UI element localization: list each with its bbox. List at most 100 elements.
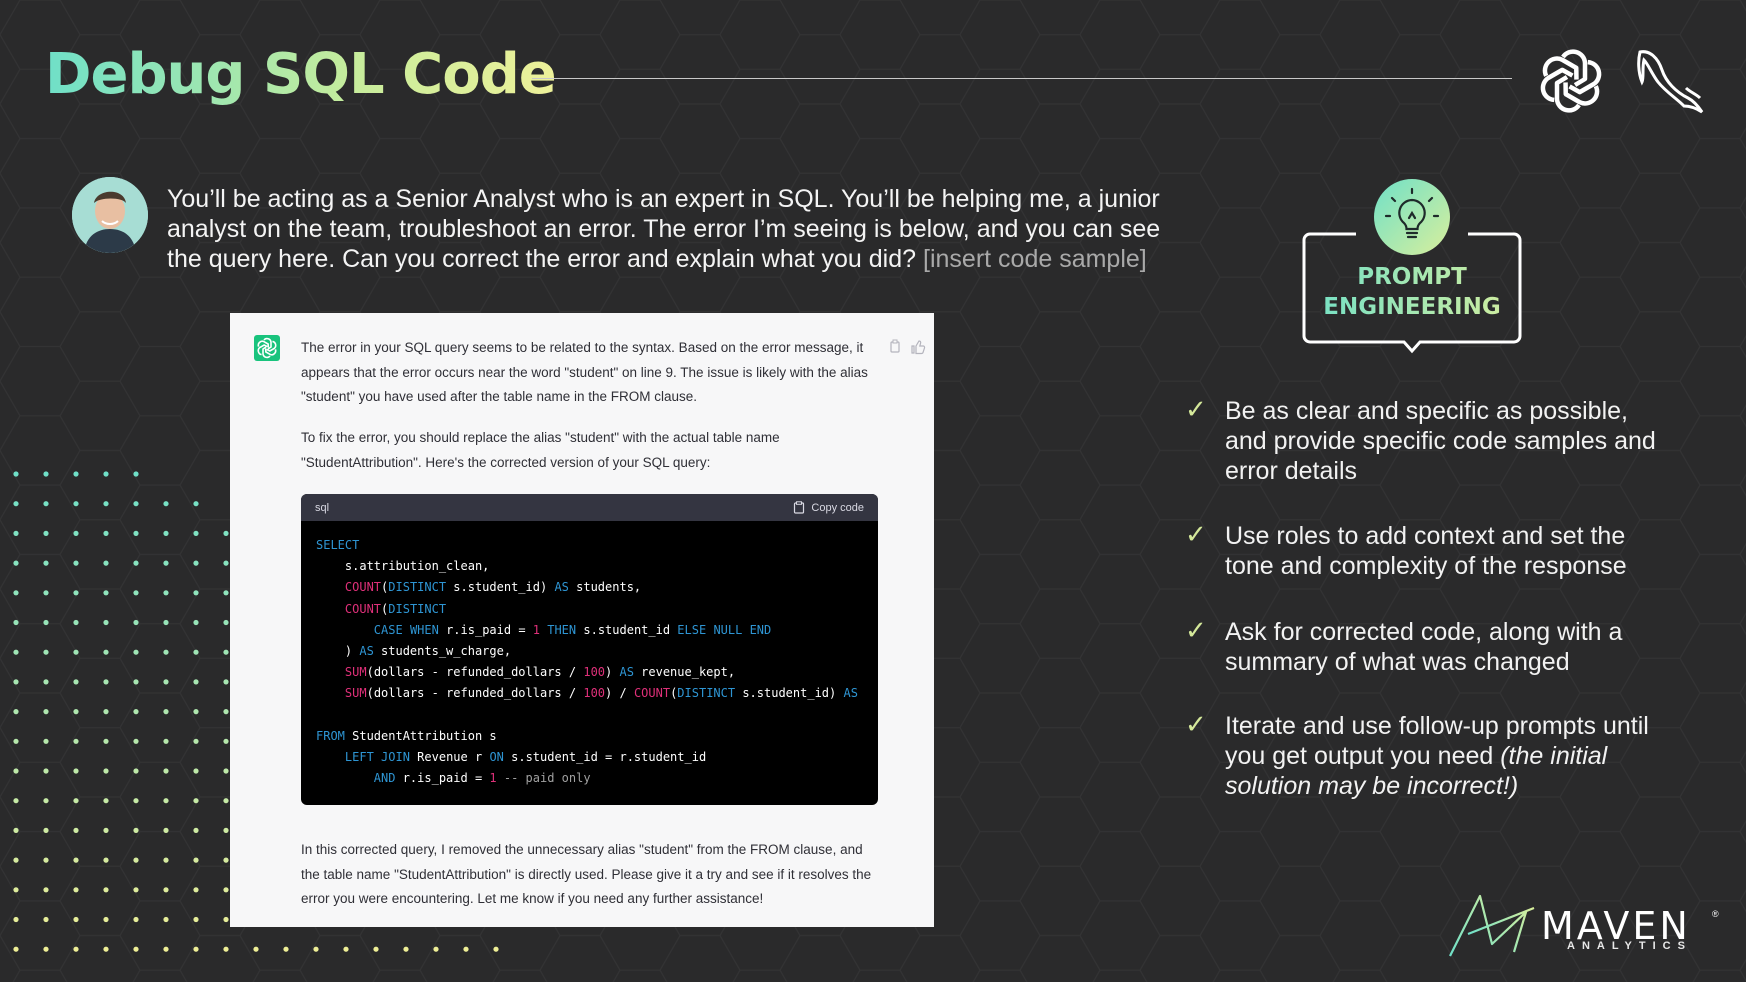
- decorative-dot: [73, 768, 79, 774]
- decorative-dot: [133, 857, 139, 863]
- decorative-dot: [163, 619, 169, 626]
- decorative-dot: [73, 560, 79, 566]
- user-avatar: [72, 177, 148, 253]
- decorative-dot: [163, 857, 169, 863]
- decorative-dot: [103, 916, 109, 923]
- decorative-dot: [73, 471, 79, 477]
- checkmark-icon: ✓: [1185, 394, 1207, 424]
- decorative-dot: [103, 590, 109, 596]
- thumbs-up-icon[interactable]: [911, 340, 926, 355]
- decorative-dot: [13, 679, 19, 685]
- brand-subtitle: ANALYTICS: [1567, 940, 1692, 952]
- decorative-dot: [193, 798, 199, 804]
- copy-icon: [794, 501, 805, 514]
- decorative-dot: [73, 679, 79, 685]
- decorative-dot: [13, 798, 19, 804]
- decorative-dot: [13, 887, 19, 893]
- tip-item-2: ✓ Use roles to add context and set the t…: [1185, 519, 1665, 581]
- decorative-dot: [133, 590, 139, 596]
- decorative-dot: [163, 798, 169, 804]
- decorative-dot: [103, 887, 109, 893]
- tip-text-1: Be as clear and specific as possible, an…: [1225, 397, 1656, 485]
- decorative-dot: [73, 738, 79, 744]
- title-divider: [532, 78, 1512, 79]
- code-language: sql: [315, 501, 330, 514]
- decorative-dot: [13, 827, 19, 834]
- decorative-dot: [13, 530, 19, 537]
- decorative-dot: [163, 530, 169, 537]
- decorative-dot: [133, 946, 139, 952]
- decorative-dot: [133, 827, 139, 834]
- decorative-dot: [43, 560, 49, 566]
- decorative-dot: [133, 530, 139, 537]
- response-paragraph-1: The error in your SQL query seems to be …: [301, 340, 868, 404]
- checkmark-icon: ✓: [1185, 519, 1207, 549]
- decorative-dot: [193, 649, 199, 655]
- code-header: sql Copy code: [301, 494, 878, 521]
- decorative-dot: [73, 798, 79, 804]
- copy-icon[interactable]: [890, 339, 900, 353]
- decorative-dot: [193, 738, 199, 744]
- decorative-dot: [133, 798, 139, 804]
- prompt-placeholder: [insert code sample]: [923, 245, 1147, 273]
- decorative-dot: [223, 649, 229, 655]
- decorative-dot: [13, 857, 19, 863]
- decorative-dot: [163, 679, 169, 685]
- decorative-dot: [43, 738, 49, 744]
- decorative-dot: [253, 946, 259, 952]
- decorative-dot: [133, 501, 139, 507]
- tip-text-2: Use roles to add context and set the ton…: [1225, 522, 1627, 580]
- decorative-dot: [223, 946, 229, 952]
- decorative-dot: [43, 916, 49, 923]
- decorative-dot: [163, 768, 169, 774]
- badge-line-2: ENGINEERING: [1323, 294, 1501, 320]
- decorative-dot: [193, 768, 199, 774]
- copy-code-button[interactable]: Copy code: [793, 501, 864, 514]
- decorative-dot: [193, 887, 199, 893]
- decorative-dot: [43, 946, 49, 952]
- prompt-engineering-label: PROMPT ENGINEERING: [1298, 262, 1526, 322]
- decorative-dot: [73, 857, 79, 863]
- decorative-dot: [223, 798, 229, 804]
- user-prompt: You’ll be acting as a Senior Analyst who…: [167, 184, 1167, 274]
- decorative-dot: [193, 501, 199, 507]
- tip-item-1: ✓ Be as clear and specific as possible, …: [1185, 394, 1665, 486]
- checkmark-icon: ✓: [1185, 615, 1207, 645]
- decorative-dot: [493, 946, 499, 952]
- decorative-dot: [433, 946, 439, 952]
- tip-text-3: Ask for corrected code, along with a sum…: [1225, 618, 1623, 676]
- decorative-dot: [43, 590, 49, 596]
- response-paragraph-3: In this corrected query, I removed the u…: [301, 842, 872, 906]
- decorative-dot: [43, 887, 49, 893]
- openai-logo-icon: [1540, 49, 1602, 113]
- decorative-dot: [193, 827, 199, 834]
- decorative-dot: [193, 590, 199, 596]
- decorative-dot: [43, 768, 49, 774]
- decorative-dot: [133, 887, 139, 893]
- decorative-dot: [373, 946, 379, 952]
- decorative-dot: [223, 560, 229, 566]
- decorative-dot: [13, 916, 19, 923]
- registered-mark: ®: [1712, 909, 1719, 919]
- decorative-dot: [73, 916, 79, 923]
- decorative-dot: [223, 827, 229, 834]
- decorative-dot: [223, 768, 229, 774]
- decorative-dot: [133, 916, 139, 923]
- decorative-dot: [103, 946, 109, 952]
- decorative-dot: [103, 501, 109, 507]
- decorative-dot: [73, 827, 79, 834]
- decorative-dot: [103, 560, 109, 566]
- decorative-dot: [103, 709, 109, 715]
- decorative-dot: [223, 916, 229, 923]
- decorative-dot: [103, 649, 109, 655]
- decorative-dot: [283, 946, 289, 952]
- badge-line-1: PROMPT: [1357, 264, 1467, 290]
- decorative-dot: [13, 946, 19, 952]
- decorative-dot: [133, 768, 139, 774]
- decorative-dot: [13, 501, 19, 507]
- decorative-dot: [13, 619, 19, 626]
- decorative-dot: [13, 560, 19, 566]
- decorative-dot: [43, 709, 49, 715]
- decorative-dot: [223, 619, 229, 626]
- decorative-dot: [163, 827, 169, 834]
